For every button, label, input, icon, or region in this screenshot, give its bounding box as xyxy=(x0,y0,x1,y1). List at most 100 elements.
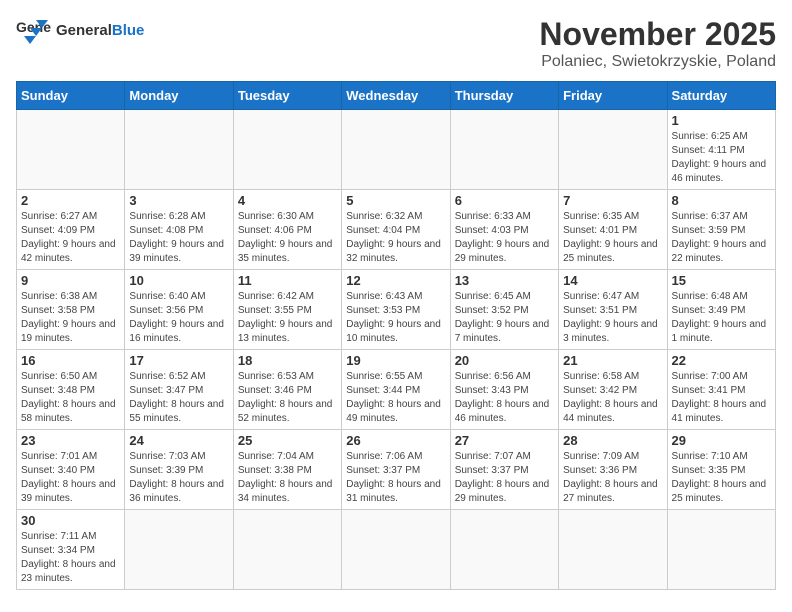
calendar-cell xyxy=(233,510,341,590)
calendar-cell: 7Sunrise: 6:35 AM Sunset: 4:01 PM Daylig… xyxy=(559,190,667,270)
day-info: Sunrise: 6:38 AM Sunset: 3:58 PM Dayligh… xyxy=(21,290,120,346)
calendar-cell: 5Sunrise: 6:32 AM Sunset: 4:04 PM Daylig… xyxy=(342,190,450,270)
calendar-cell xyxy=(450,110,558,190)
day-number: 20 xyxy=(455,353,554,368)
calendar-cell xyxy=(342,510,450,590)
day-number: 13 xyxy=(455,273,554,288)
day-info: Sunrise: 7:04 AM Sunset: 3:38 PM Dayligh… xyxy=(238,450,337,506)
calendar-cell: 4 Sunrise: 6:30 AM Sunset: 4:06 PM Daylig… xyxy=(233,190,341,270)
logo-icon: General xyxy=(16,16,52,44)
day-number: 22 xyxy=(672,353,771,368)
logo-blue: Blue xyxy=(112,22,145,39)
day-number: 6 xyxy=(455,193,554,208)
day-info: Sunrise: 6:37 AM Sunset: 3:59 PM Dayligh… xyxy=(672,210,771,266)
calendar-week-4: 23 Sunrise: 7:01 AM Sunset: 3:40 PM Dayli… xyxy=(17,430,776,510)
day-info: Sunrise: 6:35 AM Sunset: 4:01 PM Dayligh… xyxy=(563,210,662,266)
day-number: 19 xyxy=(346,353,445,368)
logo: General GeneralBlue xyxy=(16,16,144,44)
weekday-header-tuesday: Tuesday xyxy=(233,82,341,110)
day-info: Sunrise: 6:43 AM Sunset: 3:53 PM Dayligh… xyxy=(346,290,445,346)
day-info: Sunrise: 6:25 AM Sunset: 4:11 PM Dayligh… xyxy=(672,130,771,186)
title-block: November 2025 Polaniec, Swietokrzyskie, … xyxy=(539,16,776,71)
calendar-cell: 23 Sunrise: 7:01 AM Sunset: 3:40 PM Dayli… xyxy=(17,430,125,510)
calendar-week-0: 1 Sunrise: 6:25 AM Sunset: 4:11 PM Daylig… xyxy=(17,110,776,190)
day-number: 2 xyxy=(21,193,120,208)
location-title: Polaniec, Swietokrzyskie, Poland xyxy=(539,53,776,71)
day-info: Sunrise: 7:07 AM Sunset: 3:37 PM Dayligh… xyxy=(455,450,554,506)
calendar-cell: 21Sunrise: 6:58 AM Sunset: 3:42 PM Dayli… xyxy=(559,350,667,430)
day-number: 4 xyxy=(238,193,337,208)
calendar-cell: 19 Sunrise: 6:55 AM Sunset: 3:44 PM Dayli… xyxy=(342,350,450,430)
calendar-week-5: 30Sunrise: 7:11 AM Sunset: 3:34 PM Dayli… xyxy=(17,510,776,590)
calendar-table: SundayMondayTuesdayWednesdayThursdayFrid… xyxy=(16,81,776,590)
day-info: Sunrise: 7:01 AM Sunset: 3:40 PM Dayligh… xyxy=(21,450,120,506)
day-info: Sunrise: 6:50 AM Sunset: 3:48 PM Dayligh… xyxy=(21,370,120,426)
calendar-week-1: 2 Sunrise: 6:27 AM Sunset: 4:09 PM Daylig… xyxy=(17,190,776,270)
calendar-cell: 9 Sunrise: 6:38 AM Sunset: 3:58 PM Daylig… xyxy=(17,270,125,350)
day-number: 11 xyxy=(238,273,337,288)
day-info: Sunrise: 6:33 AM Sunset: 4:03 PM Dayligh… xyxy=(455,210,554,266)
day-number: 25 xyxy=(238,433,337,448)
day-info: Sunrise: 6:45 AM Sunset: 3:52 PM Dayligh… xyxy=(455,290,554,346)
calendar-cell: 1 Sunrise: 6:25 AM Sunset: 4:11 PM Daylig… xyxy=(667,110,775,190)
day-info: Sunrise: 6:27 AM Sunset: 4:09 PM Dayligh… xyxy=(21,210,120,266)
calendar-cell: 10 Sunrise: 6:40 AM Sunset: 3:56 PM Dayli… xyxy=(125,270,233,350)
calendar-cell xyxy=(559,110,667,190)
calendar-cell: 2 Sunrise: 6:27 AM Sunset: 4:09 PM Daylig… xyxy=(17,190,125,270)
weekday-header-sunday: Sunday xyxy=(17,82,125,110)
day-number: 18 xyxy=(238,353,337,368)
calendar-cell xyxy=(559,510,667,590)
day-info: Sunrise: 7:10 AM Sunset: 3:35 PM Dayligh… xyxy=(672,450,771,506)
day-info: Sunrise: 6:40 AM Sunset: 3:56 PM Dayligh… xyxy=(129,290,228,346)
calendar-cell xyxy=(342,110,450,190)
weekday-header-friday: Friday xyxy=(559,82,667,110)
calendar-cell xyxy=(17,110,125,190)
day-number: 26 xyxy=(346,433,445,448)
day-info: Sunrise: 7:00 AM Sunset: 3:41 PM Dayligh… xyxy=(672,370,771,426)
calendar-cell xyxy=(450,510,558,590)
calendar-cell xyxy=(125,510,233,590)
calendar-cell: 30Sunrise: 7:11 AM Sunset: 3:34 PM Dayli… xyxy=(17,510,125,590)
day-number: 28 xyxy=(563,433,662,448)
calendar-cell: 14 Sunrise: 6:47 AM Sunset: 3:51 PM Dayli… xyxy=(559,270,667,350)
day-number: 12 xyxy=(346,273,445,288)
day-info: Sunrise: 6:47 AM Sunset: 3:51 PM Dayligh… xyxy=(563,290,662,346)
day-info: Sunrise: 6:53 AM Sunset: 3:46 PM Dayligh… xyxy=(238,370,337,426)
calendar-cell: 28Sunrise: 7:09 AM Sunset: 3:36 PM Dayli… xyxy=(559,430,667,510)
logo-general: General xyxy=(56,22,112,39)
calendar-cell: 13 Sunrise: 6:45 AM Sunset: 3:52 PM Dayli… xyxy=(450,270,558,350)
day-info: Sunrise: 6:56 AM Sunset: 3:43 PM Dayligh… xyxy=(455,370,554,426)
calendar-cell xyxy=(667,510,775,590)
day-info: Sunrise: 6:42 AM Sunset: 3:55 PM Dayligh… xyxy=(238,290,337,346)
calendar-cell: 22 Sunrise: 7:00 AM Sunset: 3:41 PM Dayli… xyxy=(667,350,775,430)
weekday-header-row: SundayMondayTuesdayWednesdayThursdayFrid… xyxy=(17,82,776,110)
day-info: Sunrise: 6:55 AM Sunset: 3:44 PM Dayligh… xyxy=(346,370,445,426)
calendar-week-3: 16 Sunrise: 6:50 AM Sunset: 3:48 PM Dayli… xyxy=(17,350,776,430)
day-info: Sunrise: 7:03 AM Sunset: 3:39 PM Dayligh… xyxy=(129,450,228,506)
day-number: 30 xyxy=(21,513,120,528)
weekday-header-monday: Monday xyxy=(125,82,233,110)
weekday-header-wednesday: Wednesday xyxy=(342,82,450,110)
calendar-cell: 25 Sunrise: 7:04 AM Sunset: 3:38 PM Dayli… xyxy=(233,430,341,510)
weekday-header-saturday: Saturday xyxy=(667,82,775,110)
day-info: Sunrise: 6:48 AM Sunset: 3:49 PM Dayligh… xyxy=(672,290,771,346)
page-header: General GeneralBlue November 2025 Polani… xyxy=(16,16,776,71)
day-number: 16 xyxy=(21,353,120,368)
day-number: 27 xyxy=(455,433,554,448)
day-info: Sunrise: 6:28 AM Sunset: 4:08 PM Dayligh… xyxy=(129,210,228,266)
day-info: Sunrise: 6:30 AM Sunset: 4:06 PM Dayligh… xyxy=(238,210,337,266)
day-info: Sunrise: 6:58 AM Sunset: 3:42 PM Dayligh… xyxy=(563,370,662,426)
day-number: 14 xyxy=(563,273,662,288)
calendar-cell: 11 Sunrise: 6:42 AM Sunset: 3:55 PM Dayli… xyxy=(233,270,341,350)
day-number: 29 xyxy=(672,433,771,448)
calendar-cell: 8 Sunrise: 6:37 AM Sunset: 3:59 PM Daylig… xyxy=(667,190,775,270)
day-number: 10 xyxy=(129,273,228,288)
calendar-week-2: 9 Sunrise: 6:38 AM Sunset: 3:58 PM Daylig… xyxy=(17,270,776,350)
calendar-cell: 27 Sunrise: 7:07 AM Sunset: 3:37 PM Dayli… xyxy=(450,430,558,510)
day-number: 9 xyxy=(21,273,120,288)
day-number: 1 xyxy=(672,113,771,128)
day-number: 8 xyxy=(672,193,771,208)
day-number: 5 xyxy=(346,193,445,208)
day-info: Sunrise: 6:52 AM Sunset: 3:47 PM Dayligh… xyxy=(129,370,228,426)
day-number: 23 xyxy=(21,433,120,448)
